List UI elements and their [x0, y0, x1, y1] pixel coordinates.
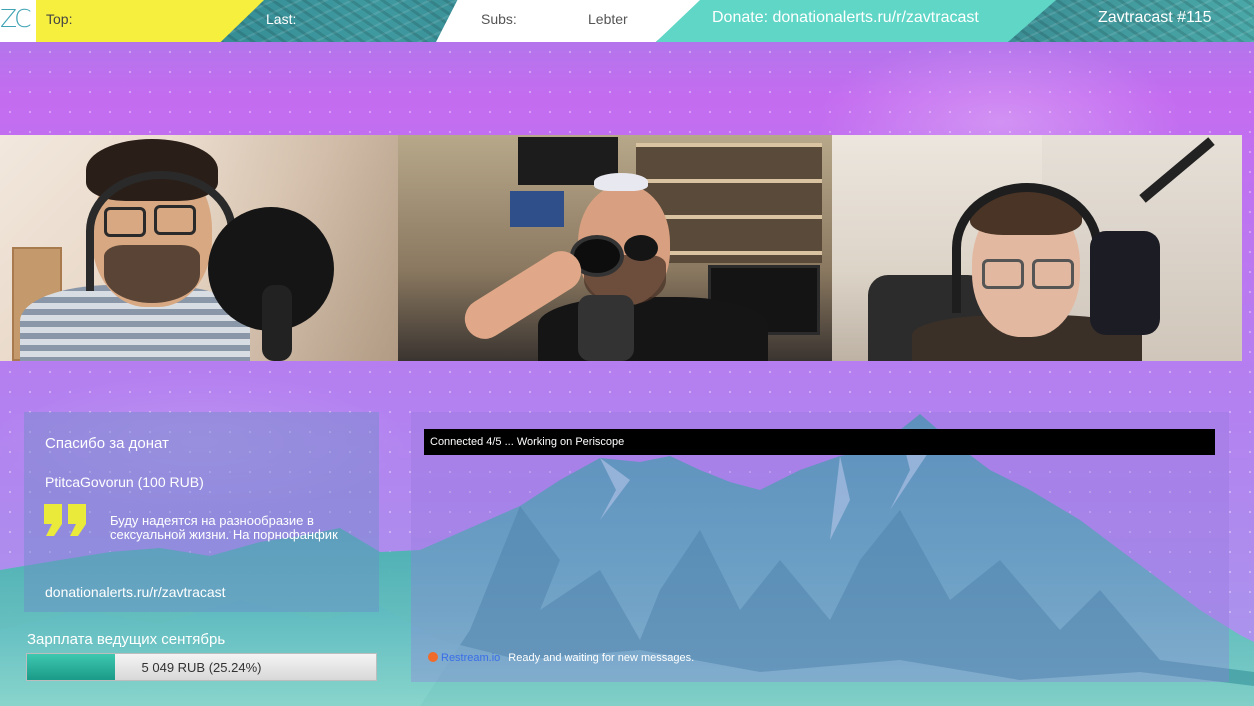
donation-url[interactable]: donationalerts.ru/r/zavtracast	[45, 584, 226, 600]
logo: ZC	[0, 4, 32, 33]
quote-icon	[44, 504, 86, 536]
donate-link[interactable]: Donate: donationalerts.ru/r/zavtracast	[712, 9, 979, 27]
eye-patch	[624, 235, 658, 261]
donation-alert-panel: Спасибо за донат PtitcaGovorun (100 RUB)…	[24, 412, 379, 612]
chat-source[interactable]: Restream.io	[441, 652, 500, 664]
microphone-right	[1090, 231, 1160, 335]
donor-name: PtitcaGovorun (100 RUB)	[45, 474, 204, 490]
webcam-feed-left	[0, 135, 398, 361]
goal-amount: 5 049 RUB (25.24%)	[141, 660, 262, 675]
restream-icon	[428, 652, 438, 662]
chat-connection-status: Connected 4/5 ... Working on Periscope	[424, 429, 1215, 455]
goal-progress-bar: 5 049 RUB (25.24%)	[26, 653, 377, 681]
chat-panel: Connected 4/5 ... Working on Periscope R…	[411, 412, 1229, 682]
logo-box: ZC	[0, 0, 36, 42]
microphone	[262, 285, 292, 361]
top-donor-label: Top:	[46, 11, 73, 27]
headphones-right	[952, 183, 1102, 313]
last-donor-label: Last:	[266, 11, 297, 27]
chat-message-text: Ready and waiting for new messages.	[508, 652, 695, 664]
episode-title: Zavtracast #115	[1098, 9, 1212, 26]
donation-title: Спасибо за донат	[45, 435, 169, 452]
subs-value: Lebter	[588, 11, 628, 27]
webcam-feed-right	[832, 135, 1242, 361]
chat-message-row: Restream.io Ready and waiting for new mes…	[428, 652, 694, 664]
poster-blue	[510, 191, 564, 227]
kippah	[594, 173, 648, 191]
donation-message: Буду надеятся на разнообразие в сексуаль…	[110, 513, 338, 542]
microphone-center	[578, 295, 634, 361]
subs-label: Subs:	[481, 11, 517, 27]
webcam-feed-center	[398, 135, 832, 361]
host-shirt-center	[538, 297, 768, 361]
top-bar: ZC Top: Last: Subs: Lebter Donate: donat…	[0, 0, 1254, 42]
goal-label: Зарплата ведущих сентябрь	[27, 631, 226, 648]
